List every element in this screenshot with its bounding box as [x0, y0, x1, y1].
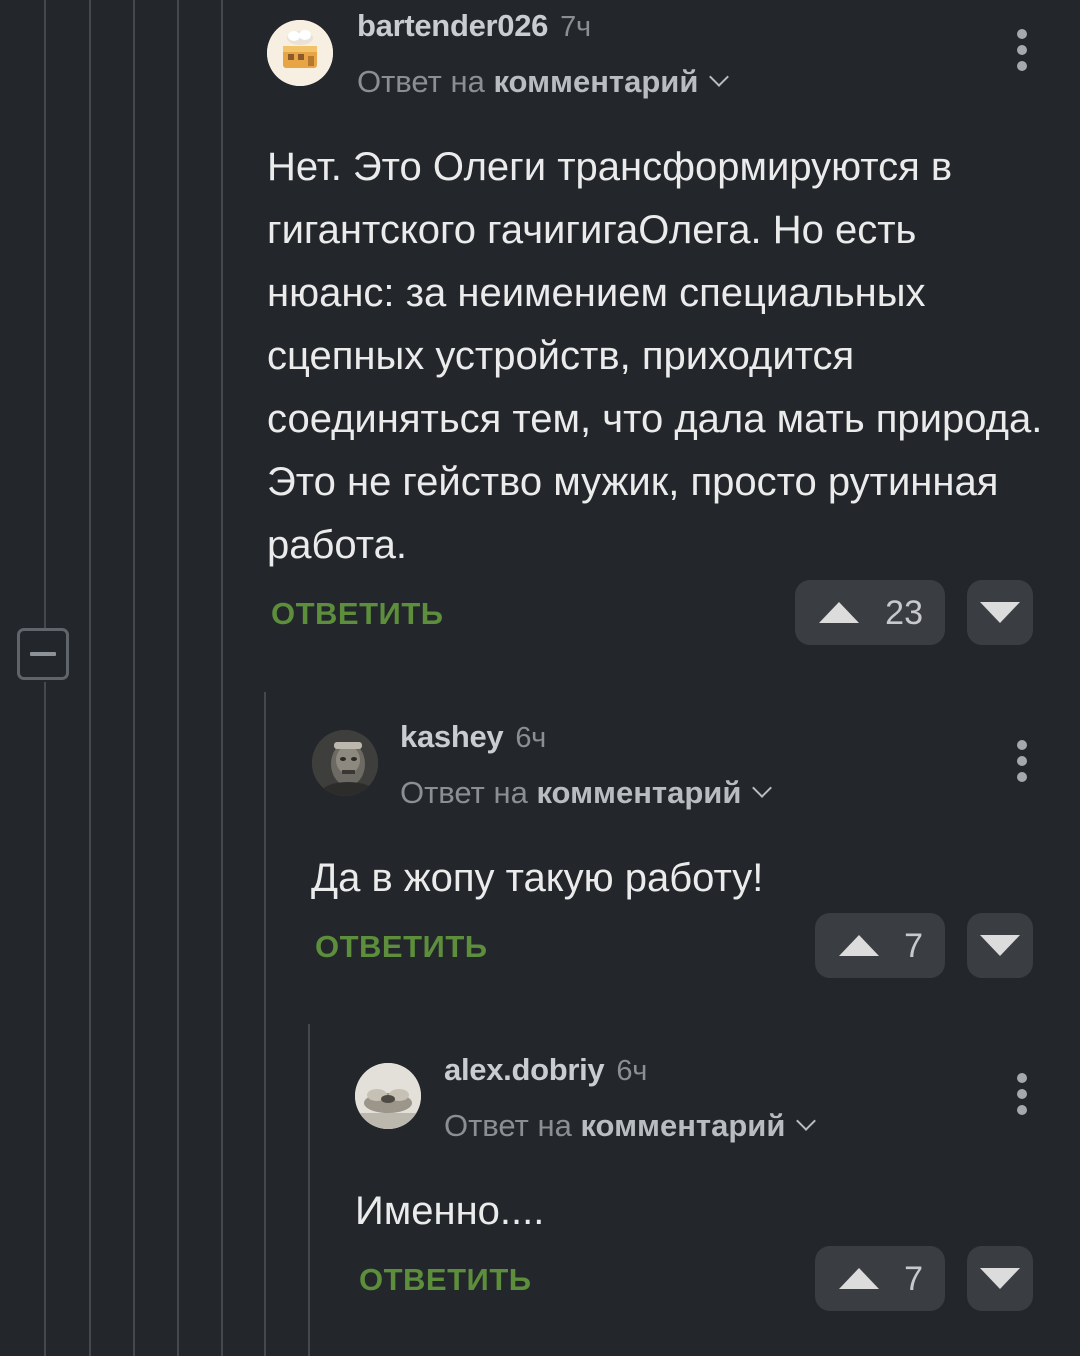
comment-body: Именно....	[355, 1189, 545, 1233]
reply-target[interactable]: комментарий	[580, 1108, 785, 1143]
chevron-down-icon[interactable]	[796, 1111, 817, 1131]
comment-menu-button[interactable]	[1007, 1073, 1037, 1117]
vertical-dots-icon	[1017, 1089, 1027, 1099]
comment-username[interactable]: alex.dobriy 6ч	[444, 1052, 647, 1088]
rating-count: 7	[904, 1260, 923, 1298]
reply-to-link[interactable]: Ответ на комментарий	[444, 1108, 817, 1144]
upvote-button[interactable]: 7	[815, 1246, 945, 1311]
downvote-button[interactable]	[967, 1246, 1033, 1311]
comment: alex.dobriy 6ч Ответ на комментарий Именн…	[0, 0, 1080, 1356]
vertical-dots-icon	[1017, 1105, 1027, 1115]
username-text[interactable]: alex.dobriy	[444, 1052, 605, 1087]
avatar[interactable]	[355, 1063, 421, 1129]
triangle-down-icon	[980, 1268, 1020, 1289]
vertical-dots-icon	[1017, 1073, 1027, 1083]
reply-button[interactable]: ОТВЕТИТЬ	[359, 1262, 532, 1298]
avatar-image	[355, 1063, 421, 1129]
comment-time: 6ч	[616, 1055, 648, 1087]
triangle-up-icon	[839, 1268, 879, 1289]
reply-prefix: Ответ на	[444, 1108, 572, 1143]
